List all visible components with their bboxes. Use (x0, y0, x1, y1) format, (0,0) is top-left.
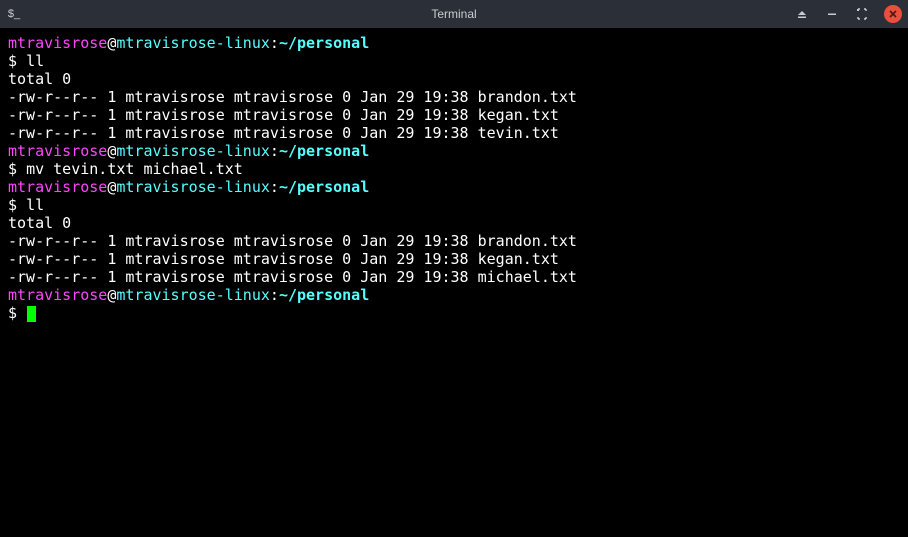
prompt-user: mtravisrose (8, 178, 107, 196)
command-text: ll (26, 52, 44, 70)
prompt-host: mtravisrose-linux (116, 286, 270, 304)
prompt-path: ~/personal (279, 286, 369, 304)
window-title: Terminal (431, 7, 476, 21)
terminal-app-icon: $_ (6, 6, 22, 22)
prompt-dollar: $ (8, 304, 26, 322)
command-text: ll (26, 196, 44, 214)
prompt-dollar: $ (8, 52, 26, 70)
eject-icon[interactable] (794, 6, 810, 22)
prompt-sep: : (270, 178, 279, 196)
terminal-line-command: $ ll (8, 52, 900, 70)
prompt-sep: : (270, 142, 279, 160)
terminal-line-prompt: mtravisrose@mtravisrose-linux:~/personal (8, 142, 900, 160)
close-button[interactable] (884, 5, 902, 23)
terminal-line-output: total 0 (8, 70, 900, 88)
prompt-host: mtravisrose-linux (116, 34, 270, 52)
cursor-block (27, 306, 36, 322)
prompt-host: mtravisrose-linux (116, 178, 270, 196)
maximize-button[interactable] (854, 6, 870, 22)
prompt-user: mtravisrose (8, 34, 107, 52)
terminal-line-active[interactable]: $ (8, 304, 900, 322)
terminal-line-prompt: mtravisrose@mtravisrose-linux:~/personal (8, 286, 900, 304)
terminal-line-prompt: mtravisrose@mtravisrose-linux:~/personal (8, 34, 900, 52)
terminal-line-prompt: mtravisrose@mtravisrose-linux:~/personal (8, 178, 900, 196)
terminal-line-output: total 0 (8, 214, 900, 232)
prompt-path: ~/personal (279, 34, 369, 52)
prompt-dollar: $ (8, 196, 26, 214)
command-text: mv tevin.txt michael.txt (26, 160, 243, 178)
prompt-path: ~/personal (279, 142, 369, 160)
terminal-line-command: $ ll (8, 196, 900, 214)
prompt-dollar: $ (8, 160, 26, 178)
terminal-line-output: -rw-r--r-- 1 mtravisrose mtravisrose 0 J… (8, 250, 900, 268)
prompt-user: mtravisrose (8, 286, 107, 304)
prompt-user: mtravisrose (8, 142, 107, 160)
terminal-output-area[interactable]: mtravisrose@mtravisrose-linux:~/personal… (0, 28, 908, 537)
window-titlebar: $_ Terminal (0, 0, 908, 28)
terminal-line-output: -rw-r--r-- 1 mtravisrose mtravisrose 0 J… (8, 268, 900, 286)
prompt-sep: : (270, 286, 279, 304)
prompt-sep: : (270, 34, 279, 52)
terminal-line-output: -rw-r--r-- 1 mtravisrose mtravisrose 0 J… (8, 232, 900, 250)
terminal-line-command: $ mv tevin.txt michael.txt (8, 160, 900, 178)
terminal-line-output: -rw-r--r-- 1 mtravisrose mtravisrose 0 J… (8, 88, 900, 106)
titlebar-controls (794, 5, 902, 23)
prompt-path: ~/personal (279, 178, 369, 196)
titlebar-left: $_ (6, 6, 22, 22)
terminal-line-output: -rw-r--r-- 1 mtravisrose mtravisrose 0 J… (8, 106, 900, 124)
prompt-host: mtravisrose-linux (116, 142, 270, 160)
minimize-button[interactable] (824, 6, 840, 22)
terminal-line-output: -rw-r--r-- 1 mtravisrose mtravisrose 0 J… (8, 124, 900, 142)
